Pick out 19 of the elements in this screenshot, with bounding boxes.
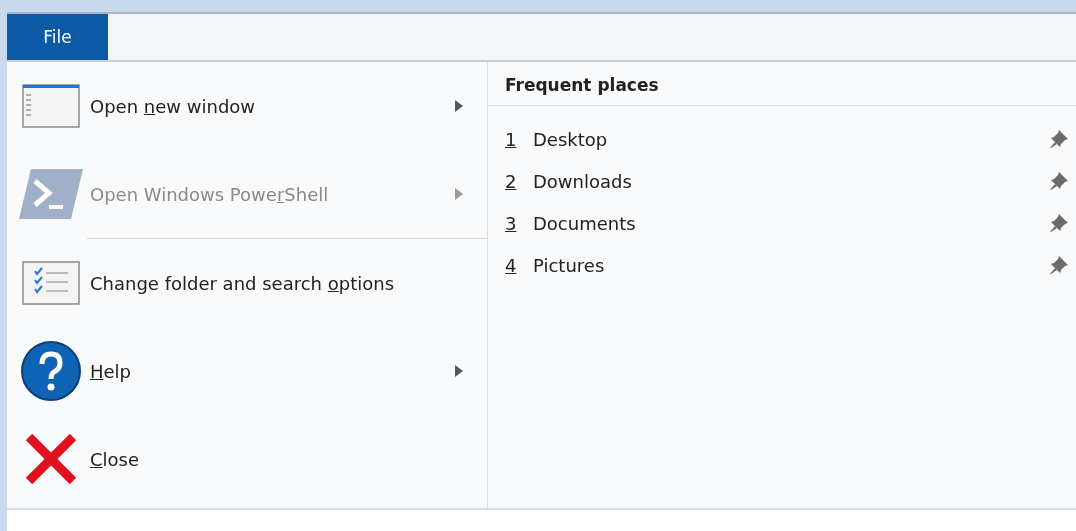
menu-item[interactable]: Help bbox=[7, 327, 487, 415]
pin-icon[interactable] bbox=[1048, 254, 1070, 276]
terminal-icon bbox=[18, 169, 83, 219]
help-icon bbox=[19, 340, 82, 402]
checklist-icon bbox=[21, 261, 80, 305]
place-item[interactable]: 4 Pictures bbox=[488, 244, 1076, 286]
pin-icon[interactable] bbox=[1048, 128, 1070, 150]
pin-icon[interactable] bbox=[1048, 212, 1070, 234]
pin-icon[interactable] bbox=[1048, 170, 1070, 192]
close-icon bbox=[24, 433, 77, 485]
place-item[interactable]: 2 Downloads bbox=[488, 160, 1076, 202]
window-icon bbox=[21, 84, 80, 128]
menu-item[interactable]: Open new window bbox=[7, 62, 487, 150]
file-tab[interactable]: File bbox=[7, 14, 108, 60]
menu-item[interactable]: Close bbox=[7, 415, 487, 503]
place-item[interactable]: 3 Documents bbox=[488, 202, 1076, 244]
menu-item[interactable]: Change folder and search options bbox=[7, 239, 487, 327]
place-item[interactable]: 1 Desktop bbox=[488, 118, 1076, 160]
section-title: Frequent places bbox=[488, 62, 1076, 106]
